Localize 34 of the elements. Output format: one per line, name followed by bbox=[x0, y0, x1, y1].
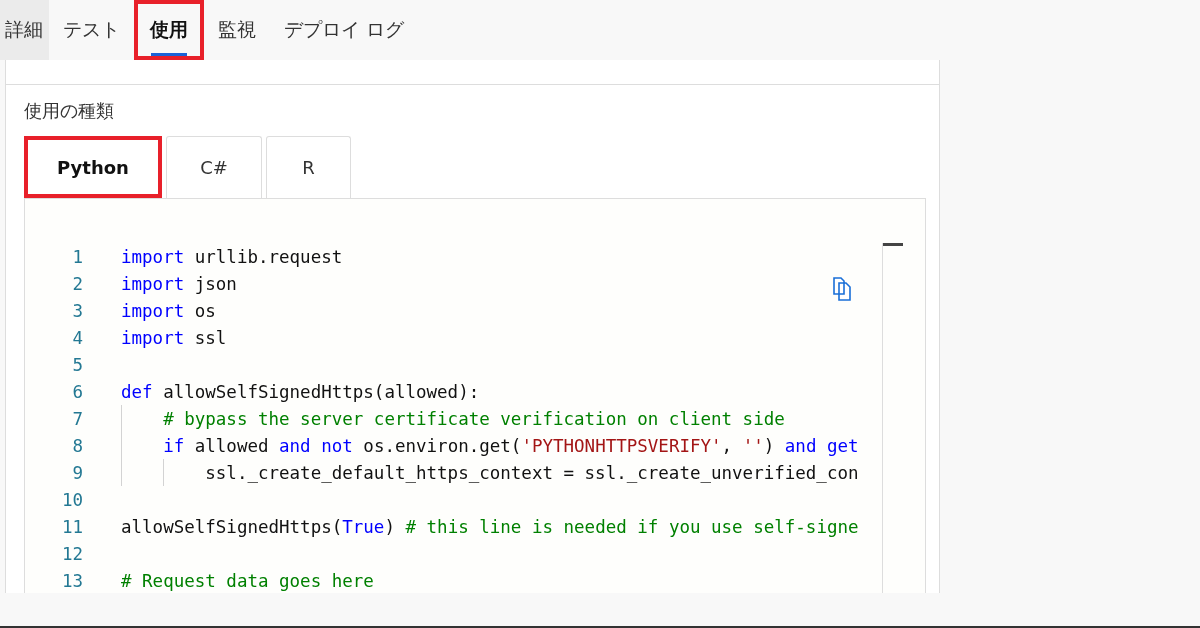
nav-tab[interactable]: 使用 bbox=[134, 0, 204, 60]
usage-label: 使用の種類 bbox=[24, 100, 114, 121]
line-number: 5 bbox=[71, 354, 83, 375]
code-line: if allowed and not os.environ.get('PYTHONHTTPSVERIFY', '') and get bbox=[163, 435, 859, 456]
nav-tab[interactable]: テスト bbox=[49, 0, 134, 60]
code-line: import json bbox=[121, 273, 237, 294]
code-line: import urllib.request bbox=[121, 246, 343, 267]
nav-tab[interactable]: 監視 bbox=[204, 0, 270, 60]
line-number: 13 bbox=[60, 570, 83, 591]
code-line: ssl._create_default_https_context = ssl._create_unverified_con bbox=[205, 462, 859, 483]
code-line: # bypass the server certificate verification on client side bbox=[163, 408, 785, 429]
line-number: 6 bbox=[71, 381, 83, 402]
line-number: 11 bbox=[60, 516, 83, 537]
code-line: import os bbox=[121, 300, 216, 321]
language-tab[interactable]: Python bbox=[24, 136, 162, 198]
line-number: 3 bbox=[71, 300, 83, 321]
line-number: 7 bbox=[71, 408, 83, 429]
language-tab[interactable]: C# bbox=[166, 136, 262, 198]
line-number: 9 bbox=[71, 462, 83, 483]
nav-tab[interactable]: 詳細 bbox=[0, 0, 49, 60]
code-line: allowSelfSignedHttps(True) # this line is needed if you use self-signe bbox=[121, 516, 859, 537]
line-number: 1 bbox=[71, 246, 83, 267]
code-line: import ssl bbox=[121, 327, 227, 348]
minimap-marker bbox=[883, 243, 903, 246]
copy-icon[interactable] bbox=[831, 277, 853, 301]
line-number: 2 bbox=[71, 273, 83, 294]
line-number: 10 bbox=[60, 489, 83, 510]
language-tab[interactable]: R bbox=[266, 136, 351, 198]
line-number: 12 bbox=[60, 543, 83, 564]
nav-tab[interactable]: デプロイ ログ bbox=[270, 0, 419, 60]
line-number: 4 bbox=[71, 327, 83, 348]
line-number: 8 bbox=[71, 435, 83, 456]
code-line: # Request data goes here bbox=[121, 570, 374, 591]
code-line: def allowSelfSignedHttps(allowed): bbox=[121, 381, 480, 402]
